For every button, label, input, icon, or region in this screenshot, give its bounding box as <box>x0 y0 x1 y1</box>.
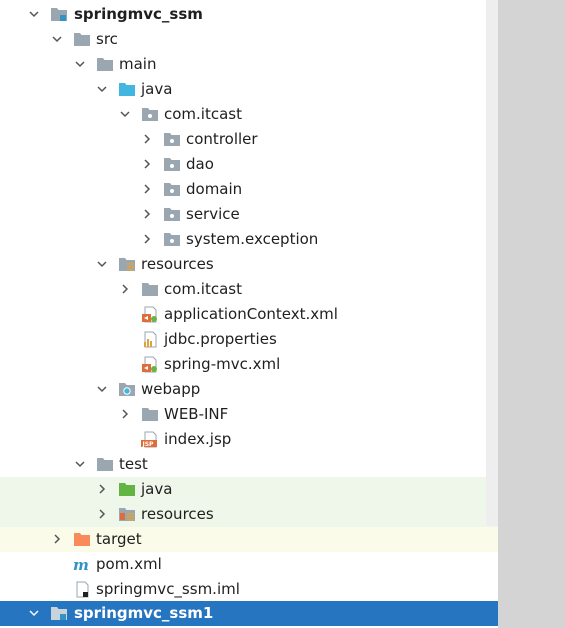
tree-row-application-context-xml[interactable]: applicationContext.xml <box>0 302 498 327</box>
jsp-file-icon: JSP <box>141 431 159 448</box>
vertical-scrollbar[interactable] <box>486 0 498 526</box>
tree-label: applicationContext.xml <box>164 305 338 323</box>
tree-label: spring-mvc.xml <box>164 355 281 373</box>
tree-label: index.jsp <box>164 430 232 448</box>
chevron-down-icon[interactable] <box>72 452 88 477</box>
tree-label: test <box>119 455 148 473</box>
folder-icon <box>73 31 91 48</box>
package-icon <box>163 231 181 248</box>
tree-label: webapp <box>141 380 201 398</box>
tree-row-src[interactable]: src <box>0 27 498 52</box>
tree-label: pom.xml <box>96 555 162 573</box>
tree-label: dao <box>186 155 214 173</box>
package-icon <box>141 281 159 298</box>
tree-label: springmvc_ssm.iml <box>96 580 240 598</box>
tree-label: java <box>141 480 173 498</box>
chevron-right-icon[interactable] <box>94 477 110 502</box>
web-folder-icon <box>118 381 136 398</box>
tree-row-resources-com-itcast[interactable]: com.itcast <box>0 277 498 302</box>
test-resources-root-folder-icon <box>118 506 136 523</box>
tree-label: domain <box>186 180 243 198</box>
tree-label: com.itcast <box>164 280 242 298</box>
tree-label: service <box>186 205 240 223</box>
tree-row-dao[interactable]: dao <box>0 152 498 177</box>
tree-row-main[interactable]: main <box>0 52 498 77</box>
package-icon <box>141 106 159 123</box>
module-folder-icon <box>50 605 68 622</box>
tree-label: WEB-INF <box>164 405 229 423</box>
tree-label: java <box>141 80 173 98</box>
tree-row-domain[interactable]: domain <box>0 177 498 202</box>
chevron-right-icon[interactable] <box>139 152 155 177</box>
properties-file-icon <box>141 331 159 348</box>
tree-row-iml[interactable]: springmvc_ssm.iml <box>0 577 498 602</box>
tree-label: target <box>96 530 142 548</box>
tree-row-system-exception[interactable]: system.exception <box>0 227 498 252</box>
excluded-folder-icon <box>73 531 91 548</box>
tree-label: jdbc.properties <box>164 330 277 348</box>
editor-gutter <box>498 0 565 628</box>
source-root-folder-icon <box>118 81 136 98</box>
chevron-down-icon[interactable] <box>94 252 110 277</box>
package-icon <box>163 156 181 173</box>
resources-root-folder-icon <box>118 256 136 273</box>
tree-row-springmvc-ssm[interactable]: springmvc_ssm <box>0 2 498 27</box>
chevron-down-icon[interactable] <box>94 77 110 102</box>
folder-icon <box>96 456 114 473</box>
chevron-right-icon[interactable] <box>117 402 133 427</box>
chevron-down-icon[interactable] <box>94 377 110 402</box>
tree-label: com.itcast <box>164 105 242 123</box>
tree-row-controller[interactable]: controller <box>0 127 498 152</box>
chevron-right-icon[interactable] <box>139 127 155 152</box>
tree-row-java[interactable]: java <box>0 77 498 102</box>
package-icon <box>163 131 181 148</box>
project-tree: springmvc_ssm src main java com.itcast c… <box>0 0 498 628</box>
tree-row-test-java[interactable]: java <box>0 477 498 502</box>
chevron-down-icon[interactable] <box>117 102 133 127</box>
tree-row-test-resources[interactable]: resources <box>0 502 498 527</box>
tree-row-webapp[interactable]: webapp <box>0 377 498 402</box>
chevron-right-icon[interactable] <box>139 227 155 252</box>
maven-file-icon: m <box>73 556 91 574</box>
tree-row-jdbc-properties[interactable]: jdbc.properties <box>0 327 498 352</box>
chevron-right-icon[interactable] <box>139 177 155 202</box>
test-source-root-folder-icon <box>118 481 136 498</box>
chevron-down-icon[interactable] <box>49 27 65 52</box>
chevron-down-icon[interactable] <box>26 2 42 27</box>
folder-icon <box>96 56 114 73</box>
tree-label: springmvc_ssm <box>74 5 203 23</box>
tree-row-service[interactable]: service <box>0 202 498 227</box>
chevron-right-icon[interactable] <box>49 527 65 552</box>
chevron-right-icon[interactable] <box>94 502 110 527</box>
chevron-right-icon[interactable] <box>117 277 133 302</box>
tree-label: system.exception <box>186 230 319 248</box>
package-icon <box>163 206 181 223</box>
tree-row-resources[interactable]: resources <box>0 252 498 277</box>
tree-row-target[interactable]: target <box>0 527 498 552</box>
tree-label: resources <box>141 255 214 273</box>
tree-label: springmvc_ssm1 <box>74 604 214 622</box>
svg-text:m: m <box>73 556 89 573</box>
tree-label: main <box>119 55 157 73</box>
folder-icon <box>141 406 159 423</box>
spring-xml-file-icon <box>141 356 159 373</box>
tree-label: controller <box>186 130 258 148</box>
chevron-down-icon[interactable] <box>72 52 88 77</box>
tree-label: src <box>96 30 118 48</box>
tree-row-springmvc-ssm1[interactable]: springmvc_ssm1 <box>0 601 498 626</box>
iml-file-icon <box>73 581 91 598</box>
package-icon <box>163 181 181 198</box>
tree-row-spring-mvc-xml[interactable]: spring-mvc.xml <box>0 352 498 377</box>
tree-row-com-itcast[interactable]: com.itcast <box>0 102 498 127</box>
tree-label: resources <box>141 505 214 523</box>
chevron-right-icon[interactable] <box>139 202 155 227</box>
svg-text:JSP: JSP <box>142 441 155 448</box>
tree-row-test[interactable]: test <box>0 452 498 477</box>
chevron-down-icon[interactable] <box>26 601 42 626</box>
module-folder-icon <box>50 6 68 23</box>
spring-xml-file-icon <box>141 306 159 323</box>
tree-row-web-inf[interactable]: WEB-INF <box>0 402 498 427</box>
tree-row-index-jsp[interactable]: JSP index.jsp <box>0 427 498 452</box>
tree-row-pom-xml[interactable]: m pom.xml <box>0 552 498 577</box>
